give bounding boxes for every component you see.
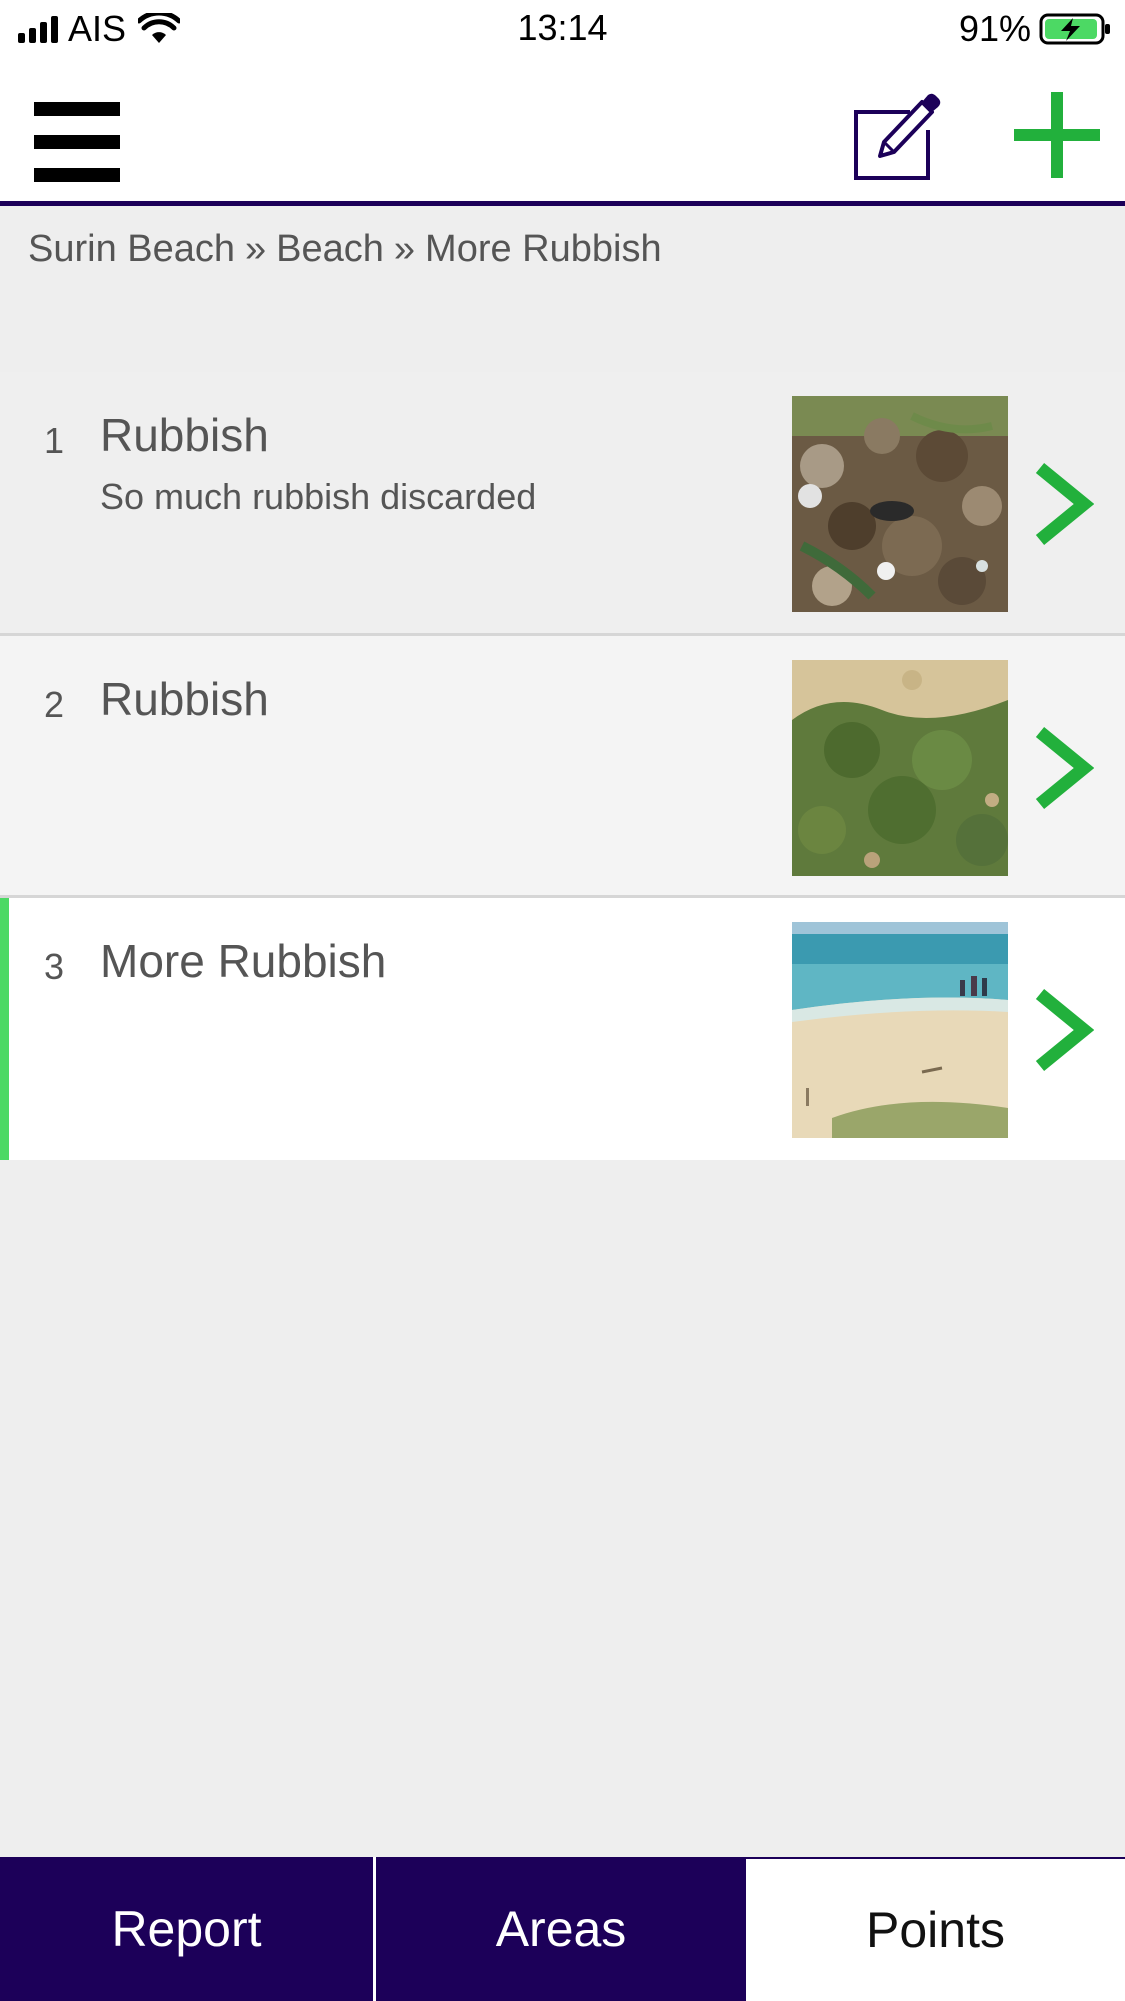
top-toolbar bbox=[0, 60, 1125, 206]
sand-photo-thumbnail[interactable] bbox=[792, 660, 1008, 876]
edit-icon[interactable] bbox=[852, 90, 942, 180]
points-list: 1 Rubbish So much rubbish discarded 2 Ru… bbox=[0, 372, 1125, 1160]
list-item[interactable]: 2 Rubbish bbox=[0, 636, 1125, 898]
list-item-selected[interactable]: 3 More Rubbish bbox=[0, 898, 1125, 1160]
battery-percent: 91% bbox=[958, 8, 1031, 49]
chevron-right-icon[interactable] bbox=[1032, 986, 1094, 1074]
breadcrumb-separator: » bbox=[245, 228, 267, 270]
item-subtitle: So much rubbish discarded bbox=[100, 476, 537, 517]
item-number: 1 bbox=[44, 420, 65, 461]
tab-points[interactable]: Points bbox=[746, 1857, 1125, 2001]
status-right: 91% bbox=[959, 6, 1111, 52]
beach-photo-thumbnail[interactable] bbox=[792, 922, 1008, 1138]
item-number: 2 bbox=[44, 684, 65, 725]
battery-charging-icon bbox=[1039, 13, 1110, 45]
list-item[interactable]: 1 Rubbish So much rubbish discarded bbox=[0, 372, 1125, 636]
tab-report[interactable]: Report bbox=[0, 1857, 376, 2001]
item-title: Rubbish bbox=[100, 673, 269, 725]
item-title: More Rubbish bbox=[100, 935, 387, 987]
chevron-right-icon[interactable] bbox=[1032, 724, 1094, 812]
bottom-tab-bar: Report Areas Points bbox=[0, 1857, 1125, 2001]
plus-icon[interactable] bbox=[1012, 90, 1102, 180]
chevron-right-icon[interactable] bbox=[1032, 460, 1094, 548]
status-bar: AIS 13:14 91% bbox=[0, 0, 1125, 60]
breadcrumb-item-more-rubbish: More Rubbish bbox=[425, 228, 662, 270]
breadcrumb-item-surin-beach[interactable]: Surin Beach bbox=[28, 228, 235, 270]
rubbish-photo-thumbnail[interactable] bbox=[792, 396, 1008, 612]
breadcrumb: Surin Beach» Beach» More Rubbish bbox=[28, 228, 662, 271]
item-title: Rubbish bbox=[100, 409, 269, 461]
breadcrumb-separator: » bbox=[393, 228, 416, 270]
clock: 13:14 bbox=[517, 7, 608, 48]
tab-areas[interactable]: Areas bbox=[376, 1857, 746, 2001]
breadcrumb-item-beach[interactable]: Beach bbox=[276, 228, 384, 270]
hamburger-icon[interactable] bbox=[34, 102, 120, 182]
item-number: 3 bbox=[44, 946, 65, 987]
